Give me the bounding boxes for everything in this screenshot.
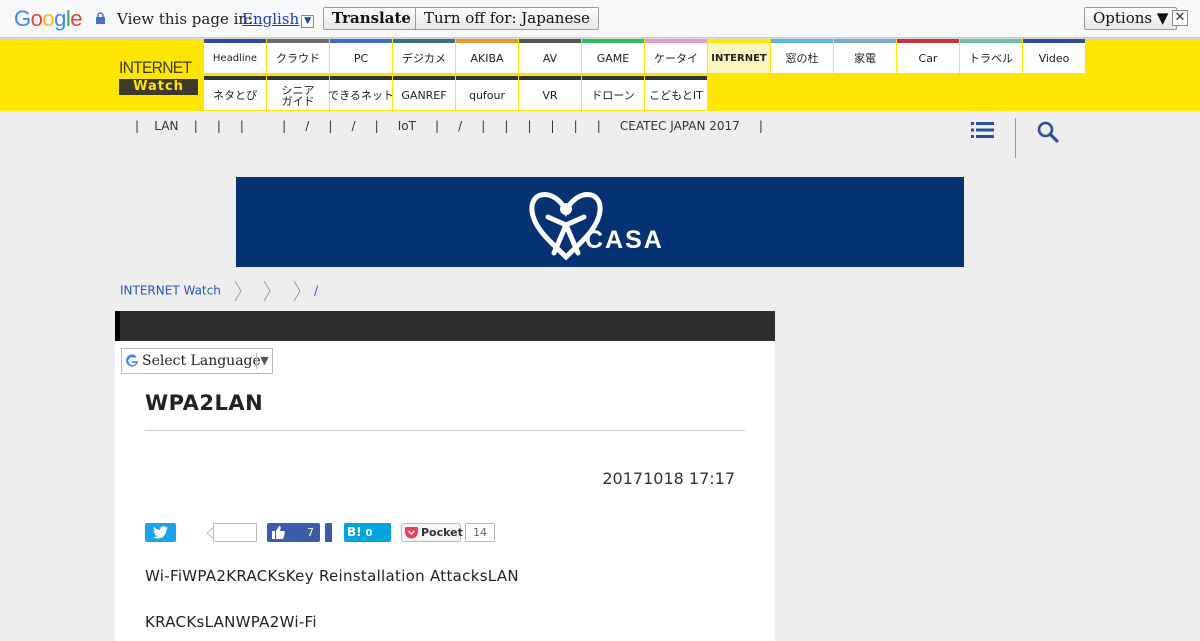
nav-item-secondary-1[interactable]: シニア ガイド	[267, 76, 329, 110]
language-select[interactable]: Select Language ▼	[121, 348, 273, 374]
nav-row-primary: Headline クラウド PC デジカメ AKIBA AV GAME ケータイ INTERNE…	[204, 39, 1086, 75]
nav-item-8[interactable]: INTERNET	[708, 39, 770, 73]
nav-item-9[interactable]: 窓の杜	[771, 39, 833, 73]
chevron-down-icon[interactable]: ▼	[256, 353, 272, 369]
twitter-share-button[interactable]	[145, 523, 176, 542]
twitter-icon	[153, 526, 168, 539]
nav-item-5[interactable]: AV	[519, 39, 581, 73]
nav-item-0[interactable]: Headline	[204, 39, 266, 73]
article-title: WPA2LAN	[145, 391, 264, 415]
nav-item-11[interactable]: Car	[897, 39, 959, 73]
menu-icon[interactable]	[971, 121, 994, 139]
facebook-share-tail[interactable]	[325, 523, 332, 542]
site-nav: Headline クラウド PC デジカメ AKIBA AV GAME ケータイ INTERNE…	[204, 39, 1086, 112]
pocket-label: Pocket	[421, 526, 463, 539]
breadcrumb-separator-icon	[234, 281, 242, 301]
site-logo[interactable]: INTERNET Watch	[119, 59, 198, 97]
target-language-link[interactable]: English ▼	[242, 10, 315, 28]
nav-item-1[interactable]: クラウド	[267, 39, 329, 73]
hatena-count: 0	[365, 528, 373, 539]
translate-bar: Google View this page in: English ▼ Trans…	[0, 0, 1200, 38]
article-date: 20171018 17:17	[602, 469, 735, 488]
nav-item-13[interactable]: Video	[1023, 39, 1085, 73]
nav-item-4[interactable]: AKIBA	[456, 39, 518, 73]
language-select-label: Select Language	[142, 353, 261, 369]
banner-brand: CASA	[585, 226, 664, 254]
pocket-icon	[405, 527, 418, 539]
nav-item-6[interactable]: GAME	[582, 39, 644, 73]
hatena-icon: B!	[347, 525, 362, 539]
header-right	[1084, 39, 1200, 111]
article-paragraph: Wi-FiWPA2KRACKsKey Reinstallation Attack…	[145, 567, 519, 585]
nav-item-10[interactable]: 家電	[834, 39, 896, 73]
lock-icon	[96, 12, 105, 24]
turn-off-button[interactable]: Turn off for: Japanese	[415, 7, 599, 30]
google-logo: Google	[14, 6, 83, 31]
pocket-button[interactable]: Pocket	[401, 523, 463, 542]
article-header-bar	[115, 311, 775, 341]
nav-item-3[interactable]: デジカメ	[393, 39, 455, 73]
article: Select Language ▼ WPA2LAN 20171018 17:17…	[115, 311, 775, 641]
nav-item-2[interactable]: PC	[330, 39, 392, 73]
breadcrumb: INTERNET Watch /	[120, 281, 318, 301]
sub-nav-links[interactable]: | LAN | | | | / | / | IoT | / | | | | | …	[135, 119, 763, 133]
facebook-like-count: 7	[307, 526, 314, 539]
logo-text: INTERNET	[119, 58, 192, 77]
nav-item-secondary-5[interactable]: VR	[519, 76, 581, 110]
translate-button[interactable]: Translate	[323, 7, 420, 30]
twitter-count	[213, 523, 257, 542]
hatena-bookmark-button[interactable]: B! 0	[344, 523, 391, 542]
nav-item-secondary-4[interactable]: qufour	[456, 76, 518, 110]
nav-item-secondary-0[interactable]: ネタとぴ	[204, 76, 266, 110]
breadcrumb-tail[interactable]: /	[314, 284, 318, 298]
header-divider	[1015, 118, 1016, 158]
nav-item-secondary-2[interactable]: できるネット	[328, 76, 394, 110]
nav-item-secondary-6[interactable]: ドローン	[582, 76, 644, 110]
article-paragraph: KRACKsLANWPA2Wi-Fi	[145, 613, 317, 631]
thumbs-up-icon	[272, 526, 285, 539]
pocket-count: 14	[465, 523, 495, 542]
logo-subtext: Watch	[119, 79, 198, 95]
nav-item-secondary-7[interactable]: こどもとIT	[645, 76, 707, 110]
facebook-like-button[interactable]: 7	[267, 523, 320, 542]
nav-row-secondary: ネタとぴ シニア ガイド できるネット GANREF qufour VR ドローン こどもとI…	[204, 76, 708, 112]
translate-prompt: View this page in:	[117, 10, 254, 28]
title-divider	[145, 430, 745, 431]
google-g-icon	[126, 354, 138, 367]
breadcrumb-separator-icon	[264, 281, 272, 301]
nav-item-7[interactable]: ケータイ	[645, 39, 707, 73]
close-icon[interactable]: ✕	[1172, 10, 1188, 26]
nav-item-12[interactable]: トラベル	[960, 39, 1022, 73]
breadcrumb-home[interactable]: INTERNET Watch	[120, 284, 221, 298]
options-button[interactable]: Options ▼	[1084, 7, 1178, 30]
search-icon[interactable]	[1036, 120, 1060, 144]
nav-item-secondary-3[interactable]: GANREF	[393, 76, 455, 110]
breadcrumb-separator-icon	[293, 281, 301, 301]
chevron-down-icon[interactable]: ▼	[301, 15, 315, 28]
